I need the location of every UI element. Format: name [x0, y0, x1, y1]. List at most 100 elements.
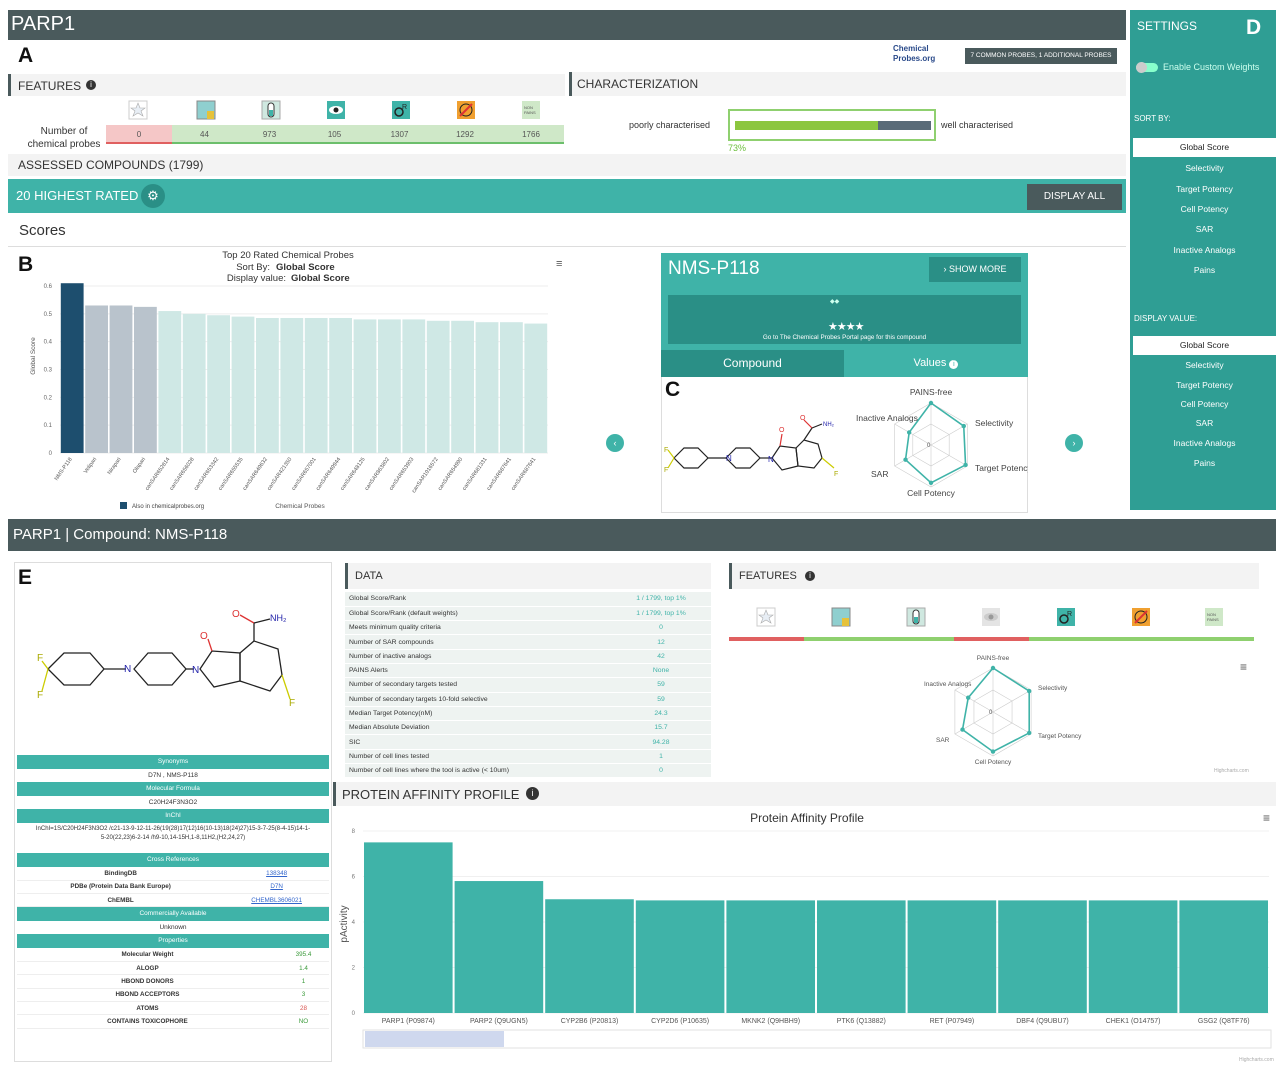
bar — [329, 318, 352, 453]
radar1-label-selectivity: Selectivity — [975, 418, 1014, 428]
prop-row: HBOND ACCEPTORS 3 — [17, 988, 329, 1003]
sort-target-potency[interactable]: Target Potency — [1133, 180, 1276, 199]
data-row: Number of inactive analogs 42 — [345, 649, 711, 664]
data-label: Number of cell lines where the tool is a… — [345, 763, 611, 779]
radar-zero: 0 — [927, 443, 931, 449]
x-tick-label: canSAR653342 — [193, 457, 220, 492]
radar-point — [928, 400, 934, 406]
navigator-handle[interactable] — [365, 1031, 504, 1047]
data-label: SIC — [345, 734, 611, 750]
sar-icon: R — [1056, 607, 1076, 627]
radar-point — [903, 457, 908, 462]
sort-inactive-analogs[interactable]: Inactive Analogs — [1133, 241, 1276, 260]
panel-label-e: E — [18, 566, 33, 589]
data-table: Global Score/Rank 1 / 1799, top 1% Global … — [345, 592, 711, 779]
assessed-bar: ASSESSED COMPOUNDS (1799) — [8, 154, 1126, 176]
x-tick-label: canSAR656028 — [169, 457, 196, 492]
y-tick-label: 0.1 — [44, 423, 53, 429]
sort-selectivity[interactable]: Selectivity — [1133, 159, 1276, 178]
show-more-button[interactable]: › SHOW MORE — [929, 257, 1021, 282]
sort-cell-potency[interactable]: Cell Potency — [1133, 200, 1276, 219]
pap-credit: Highcharts.com — [1239, 1057, 1274, 1063]
display-all-button[interactable]: DISPLAY ALL — [1027, 184, 1122, 210]
highcharts-credit: Highcharts.com — [1214, 768, 1249, 774]
bar — [545, 899, 634, 1013]
y-tick-label: 2 — [352, 966, 356, 972]
sort-pains[interactable]: Pains — [1133, 261, 1276, 280]
menu-icon[interactable]: ≡ — [1263, 811, 1270, 825]
chart1-bars — [60, 283, 548, 453]
tab-values[interactable]: Values i — [844, 350, 1028, 377]
data-label: PAINS Alerts — [345, 663, 611, 679]
radar2-label-target: Target Potency — [1038, 733, 1082, 740]
prop-key: ALOGP — [17, 961, 278, 976]
chart1-sort-label: Sort By: — [236, 262, 270, 273]
chart1-legend: Also in chemicalprobes.org — [132, 504, 204, 510]
props-table: Molecular Weight 395.4 ALOGP 1.4 HBOND DONOR… — [17, 948, 329, 1029]
bar — [500, 322, 523, 453]
chart1-display-value: Global Score — [291, 273, 350, 284]
xref-link[interactable]: 138348 — [224, 867, 329, 881]
features-title-bottom: FEATURES — [739, 570, 797, 582]
x-tick-label: NMS-P118 — [54, 457, 74, 482]
radar-point — [963, 462, 968, 468]
chemical-probes-logo[interactable]: Chemical Probes.org — [893, 44, 957, 68]
bar — [60, 283, 84, 453]
prop-key: HBOND ACCEPTORS — [17, 988, 278, 1003]
prev-arrow-icon[interactable]: ‹ — [606, 434, 624, 452]
menu-icon[interactable]: ≡ — [1240, 660, 1247, 674]
x-tick-label: canSAR687641 — [486, 457, 513, 492]
xref-row: ChEMBL CHEMBL3606021 — [17, 893, 329, 908]
radar1-label-target: Target Potency — [975, 463, 1028, 473]
radar2-label-pains: PAINS-free — [977, 655, 1010, 662]
sort-sar[interactable]: SAR — [1133, 220, 1276, 239]
display-cell-potency[interactable]: Cell Potency — [1133, 395, 1276, 414]
molecule-structure-small: N N O O NH₂ F F F — [664, 415, 838, 478]
bar — [402, 319, 426, 453]
data-row: Number of secondary targets 10-fold sele… — [345, 692, 711, 707]
pap-chart-title: Protein Affinity Profile — [750, 811, 864, 825]
xref-link[interactable]: CHEMBL3606021 — [224, 893, 329, 908]
data-title: DATA — [355, 570, 383, 582]
display-target-potency[interactable]: Target Potency — [1133, 376, 1276, 395]
probes-badge[interactable]: 7 COMMON PROBES, 1 ADDITIONAL PROBES — [965, 48, 1117, 64]
radar-zero: 0 — [989, 710, 993, 716]
bar — [817, 900, 906, 1013]
svg-text:F: F — [37, 653, 43, 664]
characterization-title: CHARACTERIZATION — [577, 77, 699, 91]
sort-by-label: SORT BY: — [1134, 114, 1171, 123]
menu-icon[interactable]: ≡ — [556, 258, 562, 270]
xref-link[interactable]: D7N — [224, 880, 329, 895]
gear-icon[interactable]: ⚙ — [141, 184, 165, 208]
tab-compound[interactable]: Compound — [661, 350, 844, 377]
info-icon[interactable]: i — [86, 80, 96, 90]
custom-weights-toggle[interactable] — [1136, 62, 1158, 73]
display-inactive-analogs[interactable]: Inactive Analogs — [1133, 434, 1276, 453]
panel-label-a: A — [18, 44, 34, 67]
prop-key: HBOND DONORS — [17, 974, 278, 989]
features-title: FEATURES — [18, 79, 82, 93]
non-pains-icon: NON PAINS — [1204, 607, 1224, 627]
info-icon[interactable]: i — [526, 787, 539, 800]
display-global-score[interactable]: Global Score — [1133, 336, 1276, 355]
display-selectivity[interactable]: Selectivity — [1133, 356, 1276, 375]
radar-point — [1026, 730, 1032, 736]
display-sar[interactable]: SAR — [1133, 414, 1276, 433]
data-row: Number of cell lines where the tool is a… — [345, 763, 711, 779]
molecule-structure-large: N N O O NH₂ F F F — [37, 609, 295, 709]
info-icon[interactable]: i — [805, 571, 815, 581]
x-tick-label: canSAR421350 — [266, 457, 293, 492]
data-row: Number of cell lines tested 1 — [345, 749, 711, 765]
svg-text:R: R — [1067, 611, 1072, 618]
prop-key: Molecular Weight — [17, 948, 278, 963]
synonyms-value: D7N , NMS-P118 — [148, 772, 198, 779]
next-arrow-icon[interactable]: › — [1065, 434, 1083, 452]
bar — [726, 900, 815, 1013]
radar2-web: 0 — [954, 665, 1032, 757]
sort-global-score[interactable]: Global Score — [1133, 138, 1276, 157]
portal-link[interactable]: ◆◆ ★★★★ Go to The Chemical Probes Portal… — [668, 295, 1021, 344]
display-pains[interactable]: Pains — [1133, 454, 1276, 473]
data-row: Median Absolute Deviation 15.7 — [345, 720, 711, 736]
radar1-label-pains: PAINS-free — [910, 387, 953, 397]
prop-value: 1 — [277, 974, 329, 989]
